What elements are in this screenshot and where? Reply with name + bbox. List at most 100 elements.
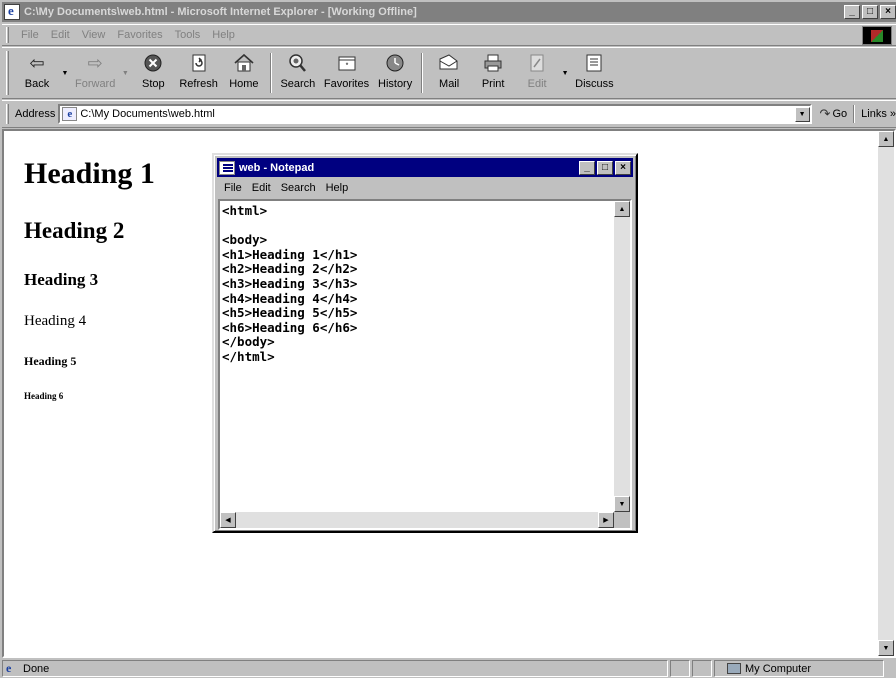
menu-tools[interactable]: Tools <box>169 29 207 41</box>
search-icon <box>286 51 310 75</box>
ie-page-status-icon: e <box>6 661 12 675</box>
stop-icon <box>141 51 165 75</box>
refresh-button[interactable]: Refresh <box>175 51 222 95</box>
menubar-grip[interactable] <box>6 27 9 43</box>
history-button[interactable]: History <box>373 51 417 95</box>
windows-logo <box>862 26 892 45</box>
print-label: Print <box>481 78 505 90</box>
go-button[interactable]: ↷ Go <box>820 106 848 122</box>
status-zone: My Computer <box>714 660 884 677</box>
stop-button[interactable]: Stop <box>131 51 175 95</box>
back-label: Back <box>24 78 50 90</box>
print-button[interactable]: Print <box>471 51 515 95</box>
toolbar-separator <box>421 53 424 93</box>
favorites-icon <box>335 51 359 75</box>
discuss-button[interactable]: Discuss <box>571 51 618 95</box>
ie-title-text: C:\My Documents\web.html - Microsoft Int… <box>24 6 417 18</box>
ie-toolbar: ⇦ Back ▼ ⇨ Forward ▼ Stop Refresh Home S… <box>2 47 896 99</box>
address-field[interactable]: e ▼ <box>58 104 812 124</box>
search-label: Search <box>280 78 316 90</box>
heading-1: Heading 1 <box>24 157 155 190</box>
menu-view[interactable]: View <box>76 29 112 41</box>
status-text: Done <box>23 662 50 675</box>
menu-edit[interactable]: Edit <box>45 29 76 41</box>
heading-6: Heading 6 <box>24 391 64 401</box>
my-computer-icon <box>727 663 741 674</box>
heading-5: Heading 5 <box>24 354 77 368</box>
notepad-minimize-button[interactable]: _ <box>579 160 595 175</box>
status-main: e Done <box>2 660 668 677</box>
ie-titlebar[interactable]: C:\My Documents\web.html - Microsoft Int… <box>2 2 896 22</box>
status-cell <box>692 660 712 677</box>
ie-menubar: File Edit View Favorites Tools Help <box>2 24 896 46</box>
address-label: Address <box>14 108 56 120</box>
minimize-button[interactable]: _ <box>844 5 860 19</box>
forward-button[interactable]: ⇨ Forward <box>71 51 119 95</box>
notepad-titlebar[interactable]: web - Notepad _ □ × <box>217 158 633 177</box>
forward-label: Forward <box>75 78 116 90</box>
close-button[interactable]: × <box>880 5 896 19</box>
address-input[interactable] <box>80 108 795 120</box>
notepad-menu-file[interactable]: File <box>219 182 247 194</box>
address-bar: Address e ▼ ↷ Go Links » <box>2 100 896 128</box>
heading-3: Heading 3 <box>24 270 99 289</box>
ie-window: C:\My Documents\web.html - Microsoft Int… <box>0 0 896 678</box>
edit-label: Edit <box>527 78 547 90</box>
notepad-menu-search[interactable]: Search <box>276 182 321 194</box>
notepad-resize-grip[interactable] <box>614 512 630 528</box>
mail-button[interactable]: Mail <box>427 51 471 95</box>
notepad-scroll-down-arrow[interactable]: ▼ <box>614 496 630 512</box>
toolbar-separator <box>269 53 272 93</box>
links-button[interactable]: Links » <box>861 108 896 120</box>
heading-4: Heading 4 <box>24 313 87 329</box>
page-vertical-scrollbar[interactable]: ▲ ▼ <box>878 131 894 656</box>
mail-icon <box>437 51 461 75</box>
home-icon <box>232 51 256 75</box>
history-icon <box>383 51 407 75</box>
favorites-label: Favorites <box>323 78 370 90</box>
notepad-horizontal-scrollbar[interactable]: ◀ ▶ <box>220 512 614 528</box>
notepad-edit-area[interactable]: <html> <body> <h1>Heading 1</h1> <h2>Hea… <box>218 199 632 530</box>
refresh-label: Refresh <box>179 78 218 90</box>
forward-dropdown-arrow[interactable]: ▼ <box>119 51 131 95</box>
scroll-down-arrow[interactable]: ▼ <box>878 640 894 656</box>
history-label: History <box>378 78 413 90</box>
notepad-scroll-up-arrow[interactable]: ▲ <box>614 201 630 217</box>
mail-label: Mail <box>439 78 460 90</box>
edit-button[interactable]: Edit <box>515 51 559 95</box>
home-label: Home <box>229 78 259 90</box>
home-button[interactable]: Home <box>222 51 266 95</box>
notepad-menu-help[interactable]: Help <box>321 182 354 194</box>
notepad-close-button[interactable]: × <box>615 160 631 175</box>
edit-icon <box>525 51 549 75</box>
notepad-text[interactable]: <html> <body> <h1>Heading 1</h1> <h2>Hea… <box>222 203 357 365</box>
maximize-button[interactable]: □ <box>862 5 878 19</box>
edit-dropdown-arrow[interactable]: ▼ <box>559 51 571 95</box>
windows-logo-icon <box>871 29 883 42</box>
address-dropdown-arrow[interactable]: ▼ <box>794 106 810 122</box>
notepad-maximize-button[interactable]: □ <box>597 160 613 175</box>
notepad-vertical-scrollbar[interactable]: ▲ ▼ <box>614 201 630 512</box>
menu-favorites[interactable]: Favorites <box>111 29 168 41</box>
status-cell <box>670 660 690 677</box>
back-dropdown-arrow[interactable]: ▼ <box>59 51 71 95</box>
ie-app-icon[interactable] <box>4 3 20 20</box>
scroll-up-arrow[interactable]: ▲ <box>878 131 894 147</box>
notepad-scroll-right-arrow[interactable]: ▶ <box>598 512 614 528</box>
menu-file[interactable]: File <box>15 29 45 41</box>
notepad-icon[interactable] <box>219 160 235 175</box>
forward-arrow-icon: ⇨ <box>87 52 103 73</box>
discuss-label: Discuss <box>575 78 614 90</box>
notepad-scroll-left-arrow[interactable]: ◀ <box>220 512 236 528</box>
notepad-menu-edit[interactable]: Edit <box>247 182 276 194</box>
favorites-button[interactable]: Favorites <box>320 51 373 95</box>
search-button[interactable]: Search <box>276 51 320 95</box>
notepad-window[interactable]: web - Notepad _ □ × File Edit Search Hel… <box>212 153 638 533</box>
menu-help[interactable]: Help <box>206 29 241 41</box>
addressbar-grip[interactable] <box>6 104 9 124</box>
toolbar-grip[interactable] <box>6 51 9 95</box>
go-arrow-icon: ↷ <box>819 106 831 121</box>
back-button[interactable]: ⇦ Back <box>15 51 59 95</box>
notepad-title: web - Notepad <box>239 161 315 174</box>
page-icon: e <box>62 107 78 121</box>
